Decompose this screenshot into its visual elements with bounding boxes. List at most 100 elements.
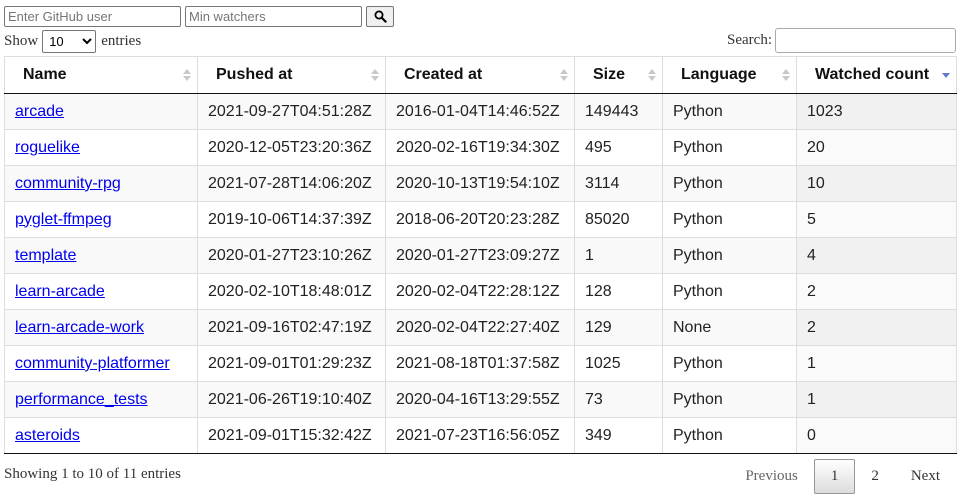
cell-pushed: 2021-06-26T19:10:40Z — [197, 381, 386, 418]
table-body: arcade 2021-09-27T04:51:28Z 2016-01-04T14:… — [4, 93, 957, 454]
cell-created: 2020-02-04T22:27:40Z — [385, 309, 575, 346]
repo-link[interactable]: community-rpg — [15, 175, 121, 192]
min-watchers-input[interactable] — [185, 6, 362, 27]
column-header-size[interactable]: Size — [574, 56, 663, 94]
cell-watched: 5 — [796, 201, 957, 238]
cell-created: 2021-08-18T01:37:58Z — [385, 345, 575, 382]
cell-watched: 1023 — [796, 93, 957, 130]
cell-size: 85020 — [574, 201, 663, 238]
cell-language: Python — [662, 165, 797, 202]
column-header-language[interactable]: Language — [662, 56, 797, 94]
cell-watched: 1 — [796, 381, 957, 418]
previous-page-button[interactable]: Previous — [729, 459, 814, 493]
show-label: Show — [4, 32, 39, 49]
cell-language: None — [662, 309, 797, 346]
repo-link[interactable]: learn-arcade-work — [15, 319, 144, 336]
column-header-pushed-at[interactable]: Pushed at — [197, 56, 386, 94]
column-header-watched-count[interactable]: Watched count — [796, 56, 957, 94]
repositories-table: Name Pushed at Created at Size Language Watch… — [4, 56, 957, 454]
repo-link[interactable]: community-platformer — [15, 355, 170, 372]
column-label: Watched count — [815, 66, 930, 83]
pagination: Previous 12 Next — [729, 458, 956, 494]
cell-size: 1 — [574, 237, 663, 274]
magnifier-icon — [374, 10, 387, 23]
column-label: Name — [23, 66, 67, 83]
page-length-control: Show 10 entries — [4, 29, 141, 53]
table-row: community-platformer 2021-09-01T01:29:23Z… — [4, 345, 957, 382]
cell-pushed: 2021-09-27T04:51:28Z — [197, 93, 386, 130]
table-row: asteroids 2021-09-01T15:32:42Z 2021-07-23T… — [4, 417, 957, 454]
cell-name: performance_tests — [4, 381, 198, 418]
cell-name: asteroids — [4, 417, 198, 454]
cell-created: 2016-01-04T14:46:52Z — [385, 93, 575, 130]
table-search-input[interactable] — [775, 28, 956, 53]
table-row: learn-arcade-work 2021-09-16T02:47:19Z 202… — [4, 309, 957, 346]
cell-pushed: 2019-10-06T14:37:39Z — [197, 201, 386, 238]
sort-both-icon — [183, 69, 191, 81]
column-label: Language — [681, 66, 757, 83]
table-row: arcade 2021-09-27T04:51:28Z 2016-01-04T14:… — [4, 93, 957, 130]
cell-watched: 4 — [796, 237, 957, 274]
search-label: Search: — [727, 32, 772, 48]
page-button-1[interactable]: 1 — [813, 458, 856, 494]
entries-label: entries — [101, 32, 142, 49]
cell-language: Python — [662, 237, 797, 274]
cell-name: community-rpg — [4, 165, 198, 202]
cell-name: pyglet-ffmpeg — [4, 201, 198, 238]
cell-name: community-platformer — [4, 345, 198, 382]
cell-created: 2020-01-27T23:09:27Z — [385, 237, 575, 274]
cell-name: arcade — [4, 93, 198, 130]
cell-watched: 10 — [796, 165, 957, 202]
cell-pushed: 2021-09-01T15:32:42Z — [197, 417, 386, 454]
cell-name: learn-arcade-work — [4, 309, 198, 346]
column-label: Created at — [404, 66, 483, 83]
column-header-name[interactable]: Name — [4, 56, 198, 94]
column-label: Pushed at — [216, 66, 293, 83]
table-row: performance_tests 2021-06-26T19:10:40Z 202… — [4, 381, 957, 418]
repo-link[interactable]: pyglet-ffmpeg — [15, 211, 112, 228]
cell-created: 2020-10-13T19:54:10Z — [385, 165, 575, 202]
page-length-select[interactable]: 10 — [42, 29, 97, 53]
cell-language: Python — [662, 417, 797, 454]
table-row: template 2020-01-27T23:10:26Z 2020-01-27T2… — [4, 237, 957, 274]
next-page-button[interactable]: Next — [895, 459, 956, 493]
repo-link[interactable]: template — [15, 247, 76, 264]
cell-size: 3114 — [574, 165, 663, 202]
table-row: roguelike 2020-12-05T23:20:36Z 2020-02-16T… — [4, 129, 957, 166]
sort-both-icon — [371, 69, 379, 81]
repo-link[interactable]: asteroids — [15, 427, 80, 444]
table-header-row: Name Pushed at Created at Size Language Watch… — [4, 56, 957, 94]
sort-both-icon — [782, 69, 790, 81]
cell-size: 349 — [574, 417, 663, 454]
repo-link[interactable]: performance_tests — [15, 391, 148, 408]
search-button[interactable] — [366, 6, 394, 27]
cell-created: 2020-04-16T13:29:55Z — [385, 381, 575, 418]
cell-name: template — [4, 237, 198, 274]
table-filter: Search: — [727, 28, 956, 53]
table-row: community-rpg 2021-07-28T14:06:20Z 2020-10… — [4, 165, 957, 202]
cell-language: Python — [662, 93, 797, 130]
cell-size: 73 — [574, 381, 663, 418]
cell-watched: 20 — [796, 129, 957, 166]
table-row: pyglet-ffmpeg 2019-10-06T14:37:39Z 2018-06… — [4, 201, 957, 238]
column-label: Size — [593, 66, 626, 83]
cell-pushed: 2020-12-05T23:20:36Z — [197, 129, 386, 166]
cell-size: 149443 — [574, 93, 663, 130]
cell-language: Python — [662, 201, 797, 238]
sort-both-icon — [648, 69, 656, 81]
cell-watched: 1 — [796, 345, 957, 382]
repo-link[interactable]: arcade — [15, 103, 64, 120]
cell-created: 2021-07-23T16:56:05Z — [385, 417, 575, 454]
column-header-created-at[interactable]: Created at — [385, 56, 575, 94]
repo-link[interactable]: learn-arcade — [15, 283, 105, 300]
cell-name: learn-arcade — [4, 273, 198, 310]
cell-name: roguelike — [4, 129, 198, 166]
repo-link[interactable]: roguelike — [15, 139, 80, 156]
cell-watched: 2 — [796, 309, 957, 346]
cell-pushed: 2020-01-27T23:10:26Z — [197, 237, 386, 274]
cell-created: 2018-06-20T20:23:28Z — [385, 201, 575, 238]
github-user-input[interactable] — [4, 6, 181, 27]
cell-size: 1025 — [574, 345, 663, 382]
table-row: learn-arcade 2020-02-10T18:48:01Z 2020-02-… — [4, 273, 957, 310]
page-button-2[interactable]: 2 — [855, 459, 895, 493]
